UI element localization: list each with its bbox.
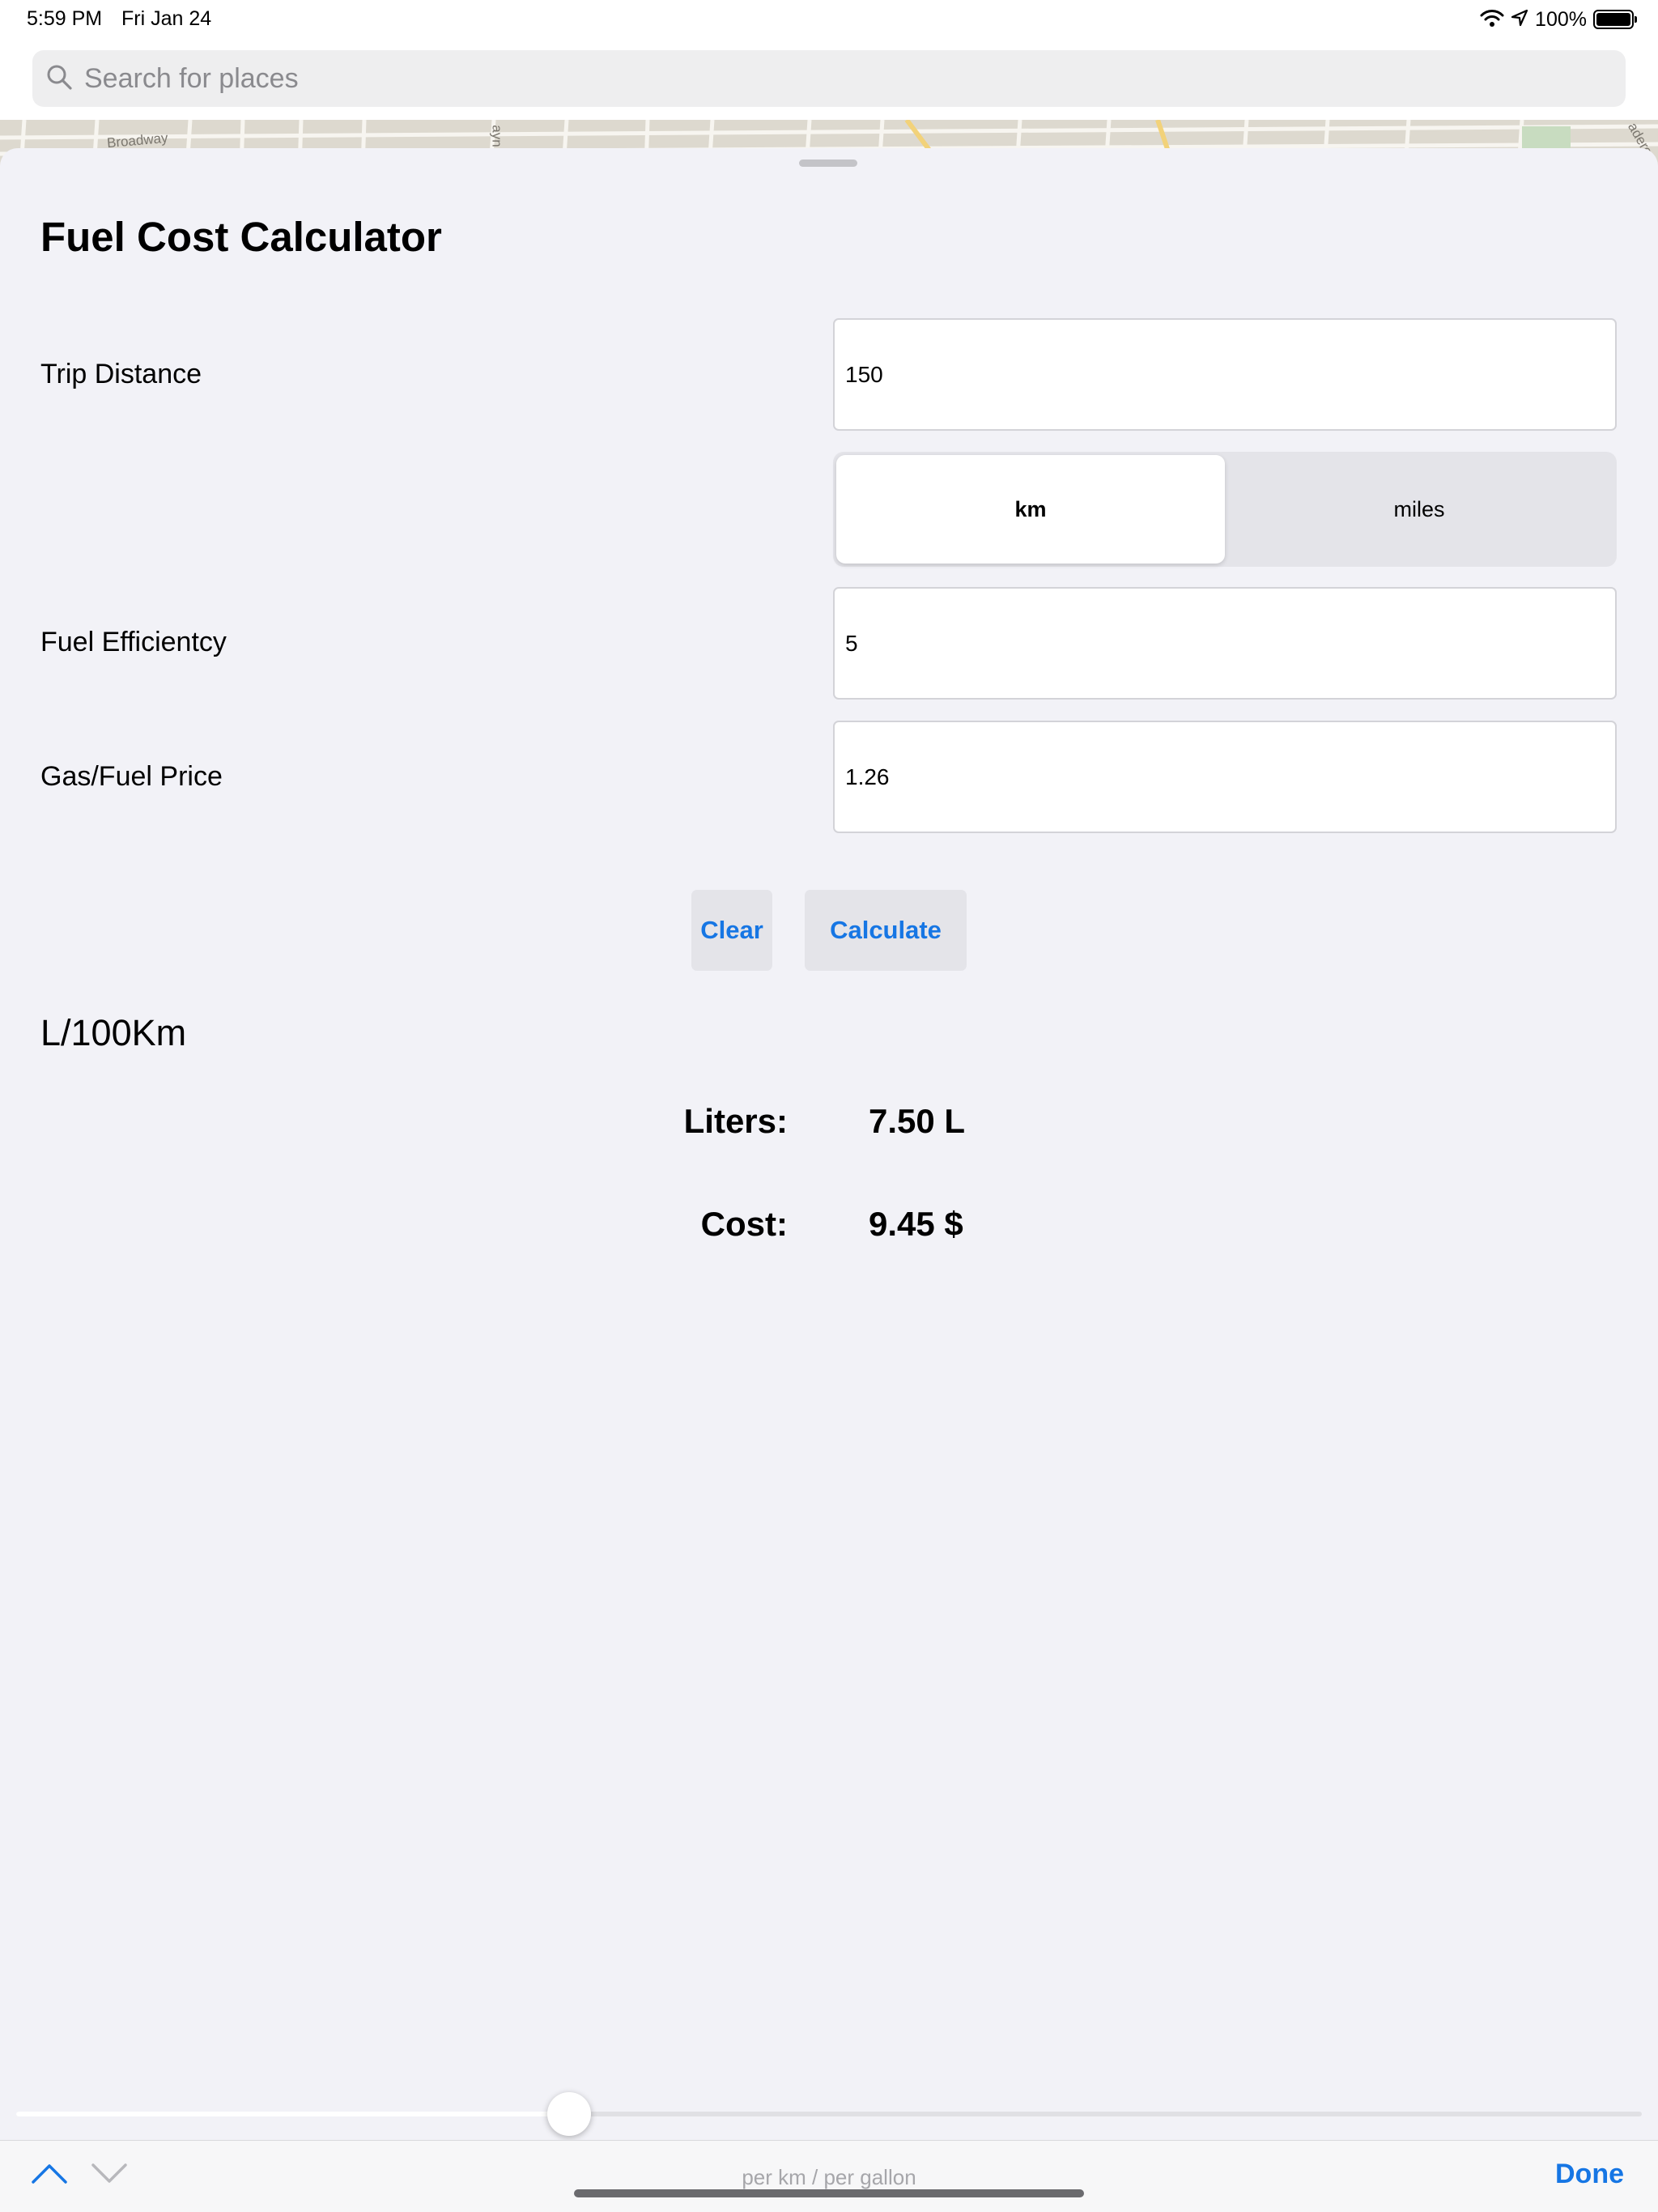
keyboard-toolbar: per km / per gallon Done (0, 2140, 1658, 2212)
slider-fill (16, 2112, 569, 2116)
distance-unit-selector[interactable]: km miles (833, 452, 1617, 567)
liters-value: 7.50 L (869, 1102, 966, 1140)
done-button[interactable]: Done (1555, 2159, 1624, 2190)
home-indicator (574, 2189, 1084, 2197)
battery-icon (1593, 10, 1637, 29)
slider-track[interactable] (16, 2112, 1642, 2116)
map-street-label: ayn (489, 125, 505, 147)
search-input[interactable]: Search for places (32, 50, 1626, 107)
wifi-icon (1480, 8, 1504, 32)
search-area: Search for places (0, 39, 1658, 120)
sheet-grabber[interactable] (799, 160, 857, 167)
location-arrow-icon (1511, 9, 1528, 31)
trip-distance-field[interactable]: 150 (833, 318, 1617, 431)
liters-label: Liters: (683, 1102, 788, 1140)
clear-button[interactable]: Clear (691, 890, 772, 971)
fuel-price-field[interactable]: 1.26 (833, 721, 1617, 833)
page-title: Fuel Cost Calculator (40, 214, 442, 260)
fuel-efficiency-field[interactable]: 5 (833, 587, 1617, 700)
segment-miles[interactable]: miles (1225, 455, 1613, 564)
toolbar-hint: per km / per gallon (742, 2165, 916, 2189)
battery-fill (1596, 13, 1630, 26)
status-date: Fri Jan 24 (121, 7, 212, 30)
segment-km[interactable]: km (836, 455, 1225, 564)
cost-value: 9.45 $ (869, 1205, 963, 1243)
fuel-efficiency-label: Fuel Efficientcy (40, 627, 227, 657)
search-icon (45, 63, 73, 95)
search-placeholder: Search for places (84, 62, 299, 94)
trip-distance-label: Trip Distance (40, 359, 202, 389)
calculator-sheet: Fuel Cost Calculator Trip Distance 150 k… (0, 148, 1658, 2212)
battery-percent: 100% (1535, 7, 1587, 31)
status-bar: 5:59 PM Fri Jan 24 100% (0, 0, 1658, 39)
status-right: 100% (1480, 6, 1637, 33)
efficiency-unit-label: L/100Km (40, 1012, 187, 1053)
calculate-button[interactable]: Calculate (805, 890, 967, 971)
cost-label: Cost: (700, 1205, 788, 1243)
status-time: 5:59 PM (27, 7, 103, 30)
slider-thumb[interactable] (546, 2092, 591, 2136)
fuel-price-label: Gas/Fuel Price (40, 761, 223, 792)
